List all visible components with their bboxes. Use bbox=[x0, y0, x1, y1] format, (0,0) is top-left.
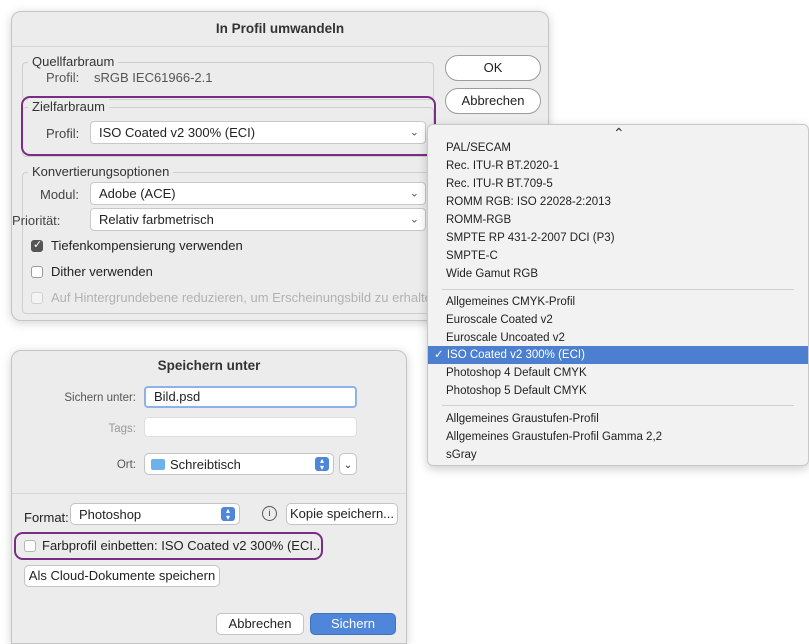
menu-item[interactable]: ROMM RGB: ISO 22028-2:2013 bbox=[428, 193, 808, 211]
bpc-label: Tiefenkompensierung verwenden bbox=[51, 238, 243, 253]
ok-button[interactable]: OK bbox=[445, 55, 541, 81]
tags-input[interactable] bbox=[144, 417, 357, 437]
cancel-button[interactable]: Abbrechen bbox=[216, 613, 304, 635]
cancel-button[interactable]: Abbrechen bbox=[445, 88, 541, 114]
source-profile-value: sRGB IEC61966-2.1 bbox=[94, 70, 213, 85]
menu-item-selected[interactable]: ✓ ISO Coated v2 300% (ECI) bbox=[428, 346, 808, 364]
section-divider bbox=[12, 493, 406, 494]
menu-item[interactable]: SMPTE-C bbox=[428, 247, 808, 265]
menu-item[interactable]: Photoshop 4 Default CMYK bbox=[428, 364, 808, 382]
menu-item[interactable]: ROMM-RGB bbox=[428, 211, 808, 229]
source-profile-label: Profil: bbox=[46, 70, 80, 85]
intent-value: Relativ farbmetrisch bbox=[99, 212, 214, 227]
menu-item[interactable]: Rec. ITU-R BT.2020-1 bbox=[428, 157, 808, 175]
save-as-label: Sichern unter: bbox=[64, 392, 136, 404]
menu-separator bbox=[442, 405, 794, 406]
folder-icon bbox=[151, 459, 165, 470]
updown-icon: ▴ ▾ bbox=[221, 507, 235, 522]
location-select[interactable]: Schreibtisch ▴ ▾ bbox=[144, 453, 334, 475]
cloud-documents-button[interactable]: Als Cloud-Dokumente speichern bbox=[24, 565, 220, 587]
menu-item[interactable]: Wide Gamut RGB bbox=[428, 265, 808, 283]
flatten-label: Auf Hintergrundebene reduzieren, um Ersc… bbox=[51, 290, 440, 305]
save-as-dialog: Speichern unter Sichern unter: Bild.psd … bbox=[11, 350, 407, 644]
embed-profile-highlight bbox=[14, 532, 323, 560]
menu-item[interactable]: Euroscale Coated v2 bbox=[428, 311, 808, 329]
menu-item[interactable]: Photoshop 5 Default CMYK bbox=[428, 382, 808, 400]
conversion-options-legend: Konvertierungsoptionen bbox=[28, 164, 174, 179]
chevron-down-icon: ⌄ bbox=[343, 460, 353, 471]
format-label: Format: bbox=[24, 510, 69, 525]
title-divider bbox=[12, 46, 548, 47]
intent-label: Priorität: bbox=[12, 213, 61, 228]
expand-button[interactable]: ⌄ bbox=[339, 453, 357, 475]
engine-label: Modul: bbox=[40, 187, 80, 202]
dialog-title: In Profil umwandeln bbox=[215, 21, 345, 36]
engine-select[interactable]: Adobe (ACE) ⌄ bbox=[90, 182, 426, 205]
info-icon[interactable]: i bbox=[262, 506, 277, 521]
filename-value: Bild.psd bbox=[154, 389, 201, 404]
target-space-highlight bbox=[21, 96, 436, 156]
menu-item[interactable]: sGray bbox=[428, 446, 808, 464]
dialog-title: Speichern unter bbox=[157, 358, 261, 373]
checkmark-icon: ✓ bbox=[33, 239, 43, 251]
engine-value: Adobe (ACE) bbox=[99, 186, 176, 201]
dither-checkbox[interactable] bbox=[31, 266, 43, 278]
save-copy-button[interactable]: Kopie speichern... bbox=[286, 503, 398, 525]
bpc-checkbox[interactable]: ✓ bbox=[31, 239, 43, 252]
format-select[interactable]: Photoshop ▴ ▾ bbox=[70, 503, 240, 525]
location-label: Ort: bbox=[116, 459, 136, 471]
save-button[interactable]: Sichern bbox=[310, 613, 396, 635]
updown-icon: ▴ ▾ bbox=[315, 457, 329, 472]
menu-item[interactable]: Allgemeines Graustufen-Profil bbox=[428, 410, 808, 428]
menu-item[interactable]: SMPTE RP 431-2-2007 DCI (P3) bbox=[428, 229, 808, 247]
chevron-down-icon: ⌄ bbox=[409, 213, 419, 225]
dither-label: Dither verwenden bbox=[51, 264, 153, 279]
menu-item[interactable]: Allgemeines Graustufen-Profil Gamma 2,2 bbox=[428, 428, 808, 446]
source-space-legend: Quellfarbraum bbox=[28, 54, 119, 69]
intent-select[interactable]: Relativ farbmetrisch ⌄ bbox=[90, 208, 426, 231]
menu-item[interactable]: Euroscale Uncoated v2 bbox=[428, 329, 808, 347]
location-value: Schreibtisch bbox=[170, 457, 241, 472]
menu-separator bbox=[442, 289, 794, 290]
chevron-down-icon: ⌄ bbox=[409, 187, 419, 199]
menu-item[interactable]: Rec. ITU-R BT.709-5 bbox=[428, 175, 808, 193]
flatten-checkbox bbox=[31, 292, 43, 304]
menu-item[interactable]: PAL/SECAM bbox=[428, 139, 808, 157]
tags-label: Tags: bbox=[108, 423, 137, 435]
menu-item[interactable]: Allgemeines CMYK-Profil bbox=[428, 293, 808, 311]
profile-dropdown-menu: ⌃ PAL/SECAM Rec. ITU-R BT.2020-1 Rec. IT… bbox=[427, 124, 809, 466]
filename-input[interactable]: Bild.psd bbox=[144, 386, 357, 408]
format-value: Photoshop bbox=[79, 507, 142, 522]
